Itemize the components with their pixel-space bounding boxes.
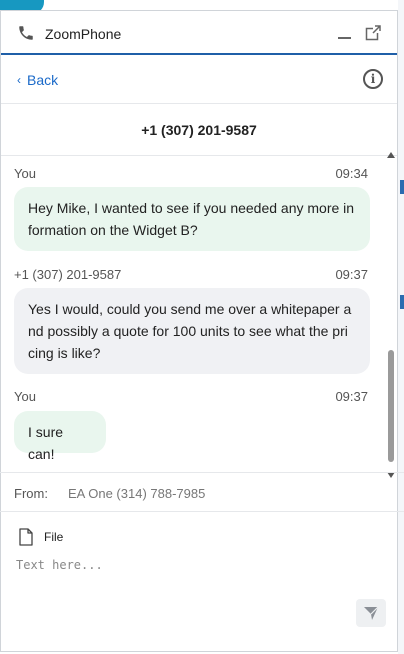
from-row[interactable]: From: EA One (314) 788-7985 bbox=[0, 472, 404, 512]
message-input[interactable] bbox=[14, 556, 378, 600]
popout-icon[interactable] bbox=[365, 25, 381, 41]
background-app-mark bbox=[400, 295, 404, 309]
nav-bar: ‹ Back i bbox=[1, 55, 397, 104]
background-app bbox=[398, 0, 404, 654]
back-button[interactable]: ‹ Back bbox=[17, 72, 58, 88]
chevron-left-icon: ‹ bbox=[17, 73, 21, 87]
phone-icon bbox=[19, 26, 33, 40]
title-bar: ZoomPhone bbox=[1, 11, 397, 55]
message-time: 09:37 bbox=[335, 267, 368, 282]
message-sender: +1 (307) 201-9587 bbox=[14, 267, 122, 282]
app-title: ZoomPhone bbox=[45, 26, 122, 42]
attach-file-button[interactable]: File bbox=[18, 528, 63, 546]
message-bubble: Yes I would, could you send me over a wh… bbox=[14, 288, 370, 374]
scroll-up-icon[interactable] bbox=[387, 152, 395, 158]
message-time: 09:34 bbox=[335, 166, 368, 181]
message-bubble: I sure can! bbox=[14, 411, 106, 462]
minimize-icon[interactable] bbox=[337, 25, 353, 41]
info-icon[interactable]: i bbox=[363, 69, 383, 89]
message-time: 09:37 bbox=[335, 389, 368, 404]
message-thread: You 09:34 Hey Mike, I wanted to see if y… bbox=[0, 145, 386, 471]
from-number[interactable]: EA One (314) 788-7985 bbox=[68, 486, 205, 501]
background-app-mark bbox=[400, 180, 404, 194]
scroll-thumb[interactable] bbox=[388, 350, 394, 462]
contact-number: +1 (307) 201-9587 bbox=[141, 122, 257, 138]
file-label: File bbox=[44, 530, 64, 544]
message-bubble: Hey Mike, I wanted to see if you needed … bbox=[14, 187, 370, 251]
send-icon bbox=[364, 606, 379, 620]
message-scrollbar[interactable] bbox=[386, 152, 396, 478]
send-button[interactable] bbox=[356, 599, 386, 627]
message-sender: You bbox=[14, 389, 36, 404]
from-label: From: bbox=[14, 486, 48, 501]
message-sender: You bbox=[14, 166, 36, 181]
back-label: Back bbox=[27, 72, 59, 88]
file-icon bbox=[19, 528, 33, 546]
